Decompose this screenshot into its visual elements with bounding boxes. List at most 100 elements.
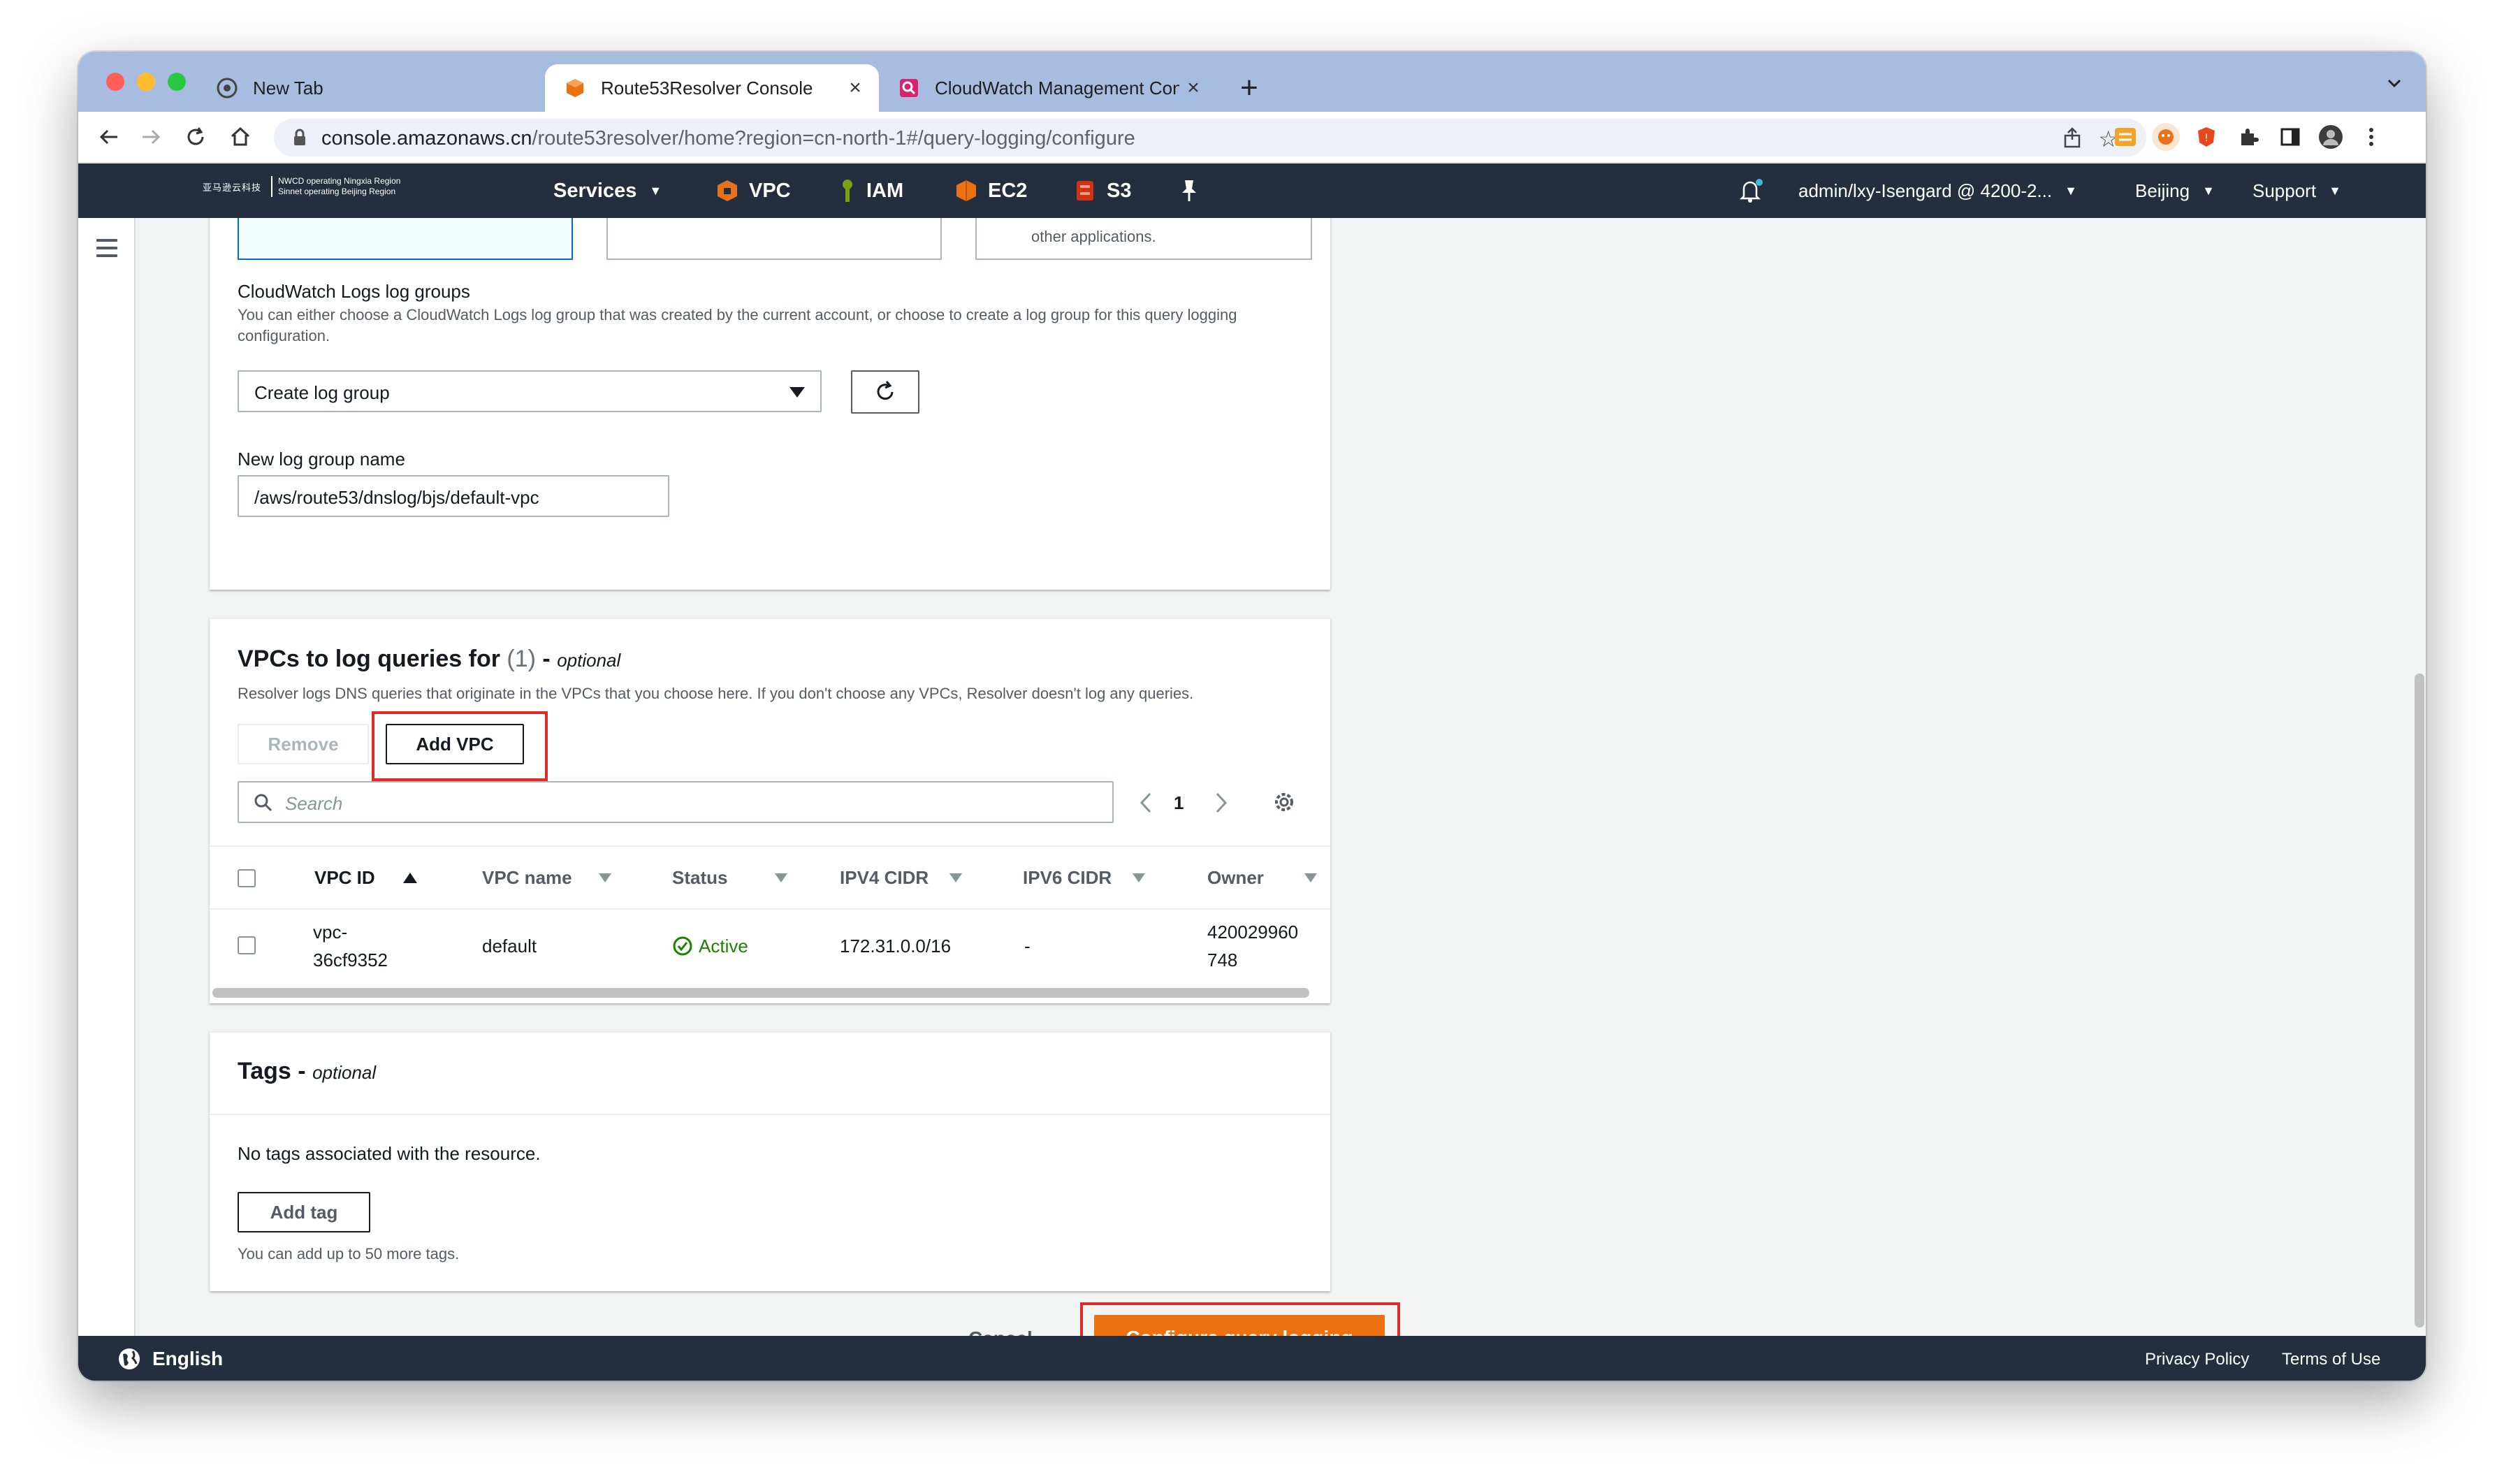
status-badge: Active bbox=[672, 932, 748, 960]
caret-down-icon: ▼ bbox=[2065, 183, 2077, 198]
zoom-window-button[interactable] bbox=[168, 73, 186, 91]
tags-panel-title: Tags - optional bbox=[238, 1058, 377, 1084]
row-checkbox[interactable] bbox=[238, 936, 256, 954]
vpcs-description: Resolver logs DNS queries that originate… bbox=[238, 685, 1194, 702]
tab-title: CloudWatch Management Con bbox=[935, 77, 1179, 99]
column-header-vpc-name[interactable]: VPC name bbox=[482, 847, 611, 908]
ec2-chip-icon bbox=[954, 179, 978, 203]
region-menu[interactable]: Beijing ▼ bbox=[2135, 163, 2215, 218]
language-selector[interactable]: English bbox=[117, 1347, 223, 1371]
previous-page-chevron-icon[interactable] bbox=[1137, 791, 1154, 818]
forward-arrow-icon[interactable] bbox=[138, 124, 163, 150]
configure-query-logging-highlight-box bbox=[1080, 1302, 1400, 1336]
share-icon[interactable] bbox=[2062, 127, 2082, 152]
column-header-ipv4-cidr[interactable]: IPV4 CIDR bbox=[840, 847, 963, 908]
table-row[interactable]: vpc- 36cf9352 default Active 172.31.0.0/1… bbox=[210, 910, 1330, 982]
support-menu[interactable]: Support ▼ bbox=[2252, 163, 2341, 218]
page-number[interactable]: 1 bbox=[1174, 792, 1184, 814]
no-tags-text: No tags associated with the resource. bbox=[238, 1143, 541, 1164]
vpc-table-header: VPC ID VPC name Status IPV4 CIDR IPV6 CI… bbox=[210, 845, 1330, 910]
check-circle-icon bbox=[673, 936, 692, 956]
new-log-group-name-label: New log group name bbox=[238, 449, 405, 470]
new-tab-button[interactable]: + bbox=[1230, 68, 1269, 108]
dropdown-arrow-icon bbox=[789, 387, 805, 398]
close-window-button[interactable] bbox=[106, 73, 124, 91]
shortcut-vpc[interactable]: VPC bbox=[715, 163, 791, 218]
tab-route53resolver[interactable]: Route53Resolver Console × bbox=[545, 64, 879, 112]
sidepanel-icon[interactable] bbox=[2276, 123, 2304, 151]
svg-text:!: ! bbox=[2204, 133, 2208, 144]
ipv4-cidr-cell: 172.31.0.0/16 bbox=[840, 936, 952, 956]
reload-icon[interactable] bbox=[183, 124, 208, 150]
browser-window: New Tab × Route53Resolver Console × Clou… bbox=[78, 52, 2426, 1381]
destination-tile-s3[interactable] bbox=[606, 218, 942, 260]
caret-down-icon: ▼ bbox=[649, 183, 662, 198]
pin-icon[interactable] bbox=[1179, 163, 1199, 218]
select-all-checkbox[interactable] bbox=[238, 869, 256, 887]
browser-menu-icon[interactable] bbox=[2357, 123, 2385, 151]
new-log-group-name-input[interactable]: /aws/route53/dnslog/bjs/default-vpc bbox=[238, 475, 669, 517]
close-tab-icon[interactable]: × bbox=[1179, 76, 1207, 100]
vpc-search-input[interactable]: Search bbox=[238, 781, 1114, 823]
home-icon[interactable] bbox=[228, 124, 253, 150]
destination-tile-firehose[interactable]: other applications. bbox=[975, 218, 1312, 260]
destination-panel: other applications. CloudWatch Logs log … bbox=[210, 218, 1330, 590]
extension-bookmark-icon[interactable] bbox=[2111, 123, 2139, 151]
log-groups-label: CloudWatch Logs log groups bbox=[238, 281, 470, 302]
browser-toolbar: console.amazonaws.cn/route53resolver/hom… bbox=[78, 112, 2426, 163]
tab-title: Route53Resolver Console bbox=[601, 77, 813, 99]
destination-tile-description: other applications. bbox=[1031, 228, 1156, 245]
page-vertical-scrollbar[interactable] bbox=[2415, 674, 2424, 1327]
extension-fox-icon[interactable] bbox=[2152, 123, 2180, 151]
sort-ascending-icon bbox=[402, 872, 417, 883]
add-tag-button[interactable]: Add tag bbox=[238, 1192, 370, 1232]
notifications-bell-icon[interactable] bbox=[1737, 163, 1765, 218]
next-page-chevron-icon[interactable] bbox=[1213, 791, 1230, 818]
aws-footer: English Privacy Policy Terms of Use bbox=[78, 1336, 2426, 1381]
hamburger-menu-icon[interactable] bbox=[96, 239, 117, 262]
services-menu[interactable]: Services ▼ bbox=[553, 163, 662, 218]
table-settings-gear-icon[interactable] bbox=[1272, 790, 1297, 818]
tab-search-chevron-icon[interactable] bbox=[2384, 73, 2405, 94]
shortcut-iam[interactable]: IAM bbox=[838, 163, 903, 218]
close-tab-icon[interactable]: × bbox=[841, 76, 869, 100]
log-group-select[interactable]: Create log group bbox=[238, 370, 822, 412]
sort-icon bbox=[775, 873, 788, 882]
column-header-owner[interactable]: Owner bbox=[1207, 847, 1317, 908]
caret-down-icon: ▼ bbox=[2202, 183, 2215, 198]
profile-avatar-icon[interactable] bbox=[2317, 123, 2345, 151]
tab-cloudwatch[interactable]: CloudWatch Management Con × bbox=[879, 64, 1217, 112]
shortcut-s3[interactable]: S3 bbox=[1073, 163, 1131, 218]
column-header-vpc-id[interactable]: VPC ID bbox=[314, 847, 417, 908]
tags-panel: Tags - optional No tags associated with … bbox=[210, 1031, 1330, 1291]
address-bar[interactable]: console.amazonaws.cn/route53resolver/hom… bbox=[274, 119, 2146, 157]
shortcut-ec2[interactable]: EC2 bbox=[954, 163, 1027, 218]
tab-title: New Tab bbox=[253, 77, 323, 99]
remove-vpc-button[interactable]: Remove bbox=[238, 724, 369, 764]
aws-cube-icon bbox=[565, 78, 585, 99]
aws-top-nav: 亚马逊云科技 NWCD operating Ningxia Region Sin… bbox=[78, 163, 2426, 218]
log-groups-description: You can either choose a CloudWatch Logs … bbox=[238, 306, 1237, 344]
refresh-log-groups-button[interactable] bbox=[851, 370, 919, 414]
column-header-status[interactable]: Status bbox=[672, 847, 788, 908]
table-horizontal-scrollbar[interactable] bbox=[212, 988, 1309, 998]
back-arrow-icon[interactable] bbox=[96, 124, 122, 150]
cloudwatch-icon bbox=[898, 78, 919, 99]
tags-limit-hint: You can add up to 50 more tags. bbox=[238, 1245, 460, 1263]
add-vpc-highlight-box bbox=[372, 711, 548, 781]
privacy-policy-link[interactable]: Privacy Policy bbox=[2145, 1350, 2249, 1369]
caret-down-icon: ▼ bbox=[2329, 183, 2341, 198]
terms-of-use-link[interactable]: Terms of Use bbox=[2282, 1350, 2380, 1369]
cancel-button[interactable]: Cancel bbox=[968, 1327, 1033, 1336]
sort-icon bbox=[1304, 873, 1317, 882]
account-menu[interactable]: admin/lxy-Isengard @ 4200-2... ▼ bbox=[1798, 163, 2077, 218]
tab-strip: New Tab × Route53Resolver Console × Clou… bbox=[78, 52, 2426, 112]
minimize-window-button[interactable] bbox=[137, 73, 155, 91]
aws-china-logo[interactable]: 亚马逊云科技 NWCD operating Ningxia Region Sin… bbox=[203, 176, 400, 197]
globe-icon bbox=[119, 1348, 140, 1369]
extension-shield-icon[interactable]: ! bbox=[2192, 123, 2220, 151]
sort-icon bbox=[598, 873, 611, 882]
column-header-ipv6-cidr[interactable]: IPV6 CIDR bbox=[1023, 847, 1146, 908]
extensions-puzzle-icon[interactable] bbox=[2234, 123, 2262, 151]
destination-tile-cloudwatch[interactable] bbox=[238, 218, 573, 260]
